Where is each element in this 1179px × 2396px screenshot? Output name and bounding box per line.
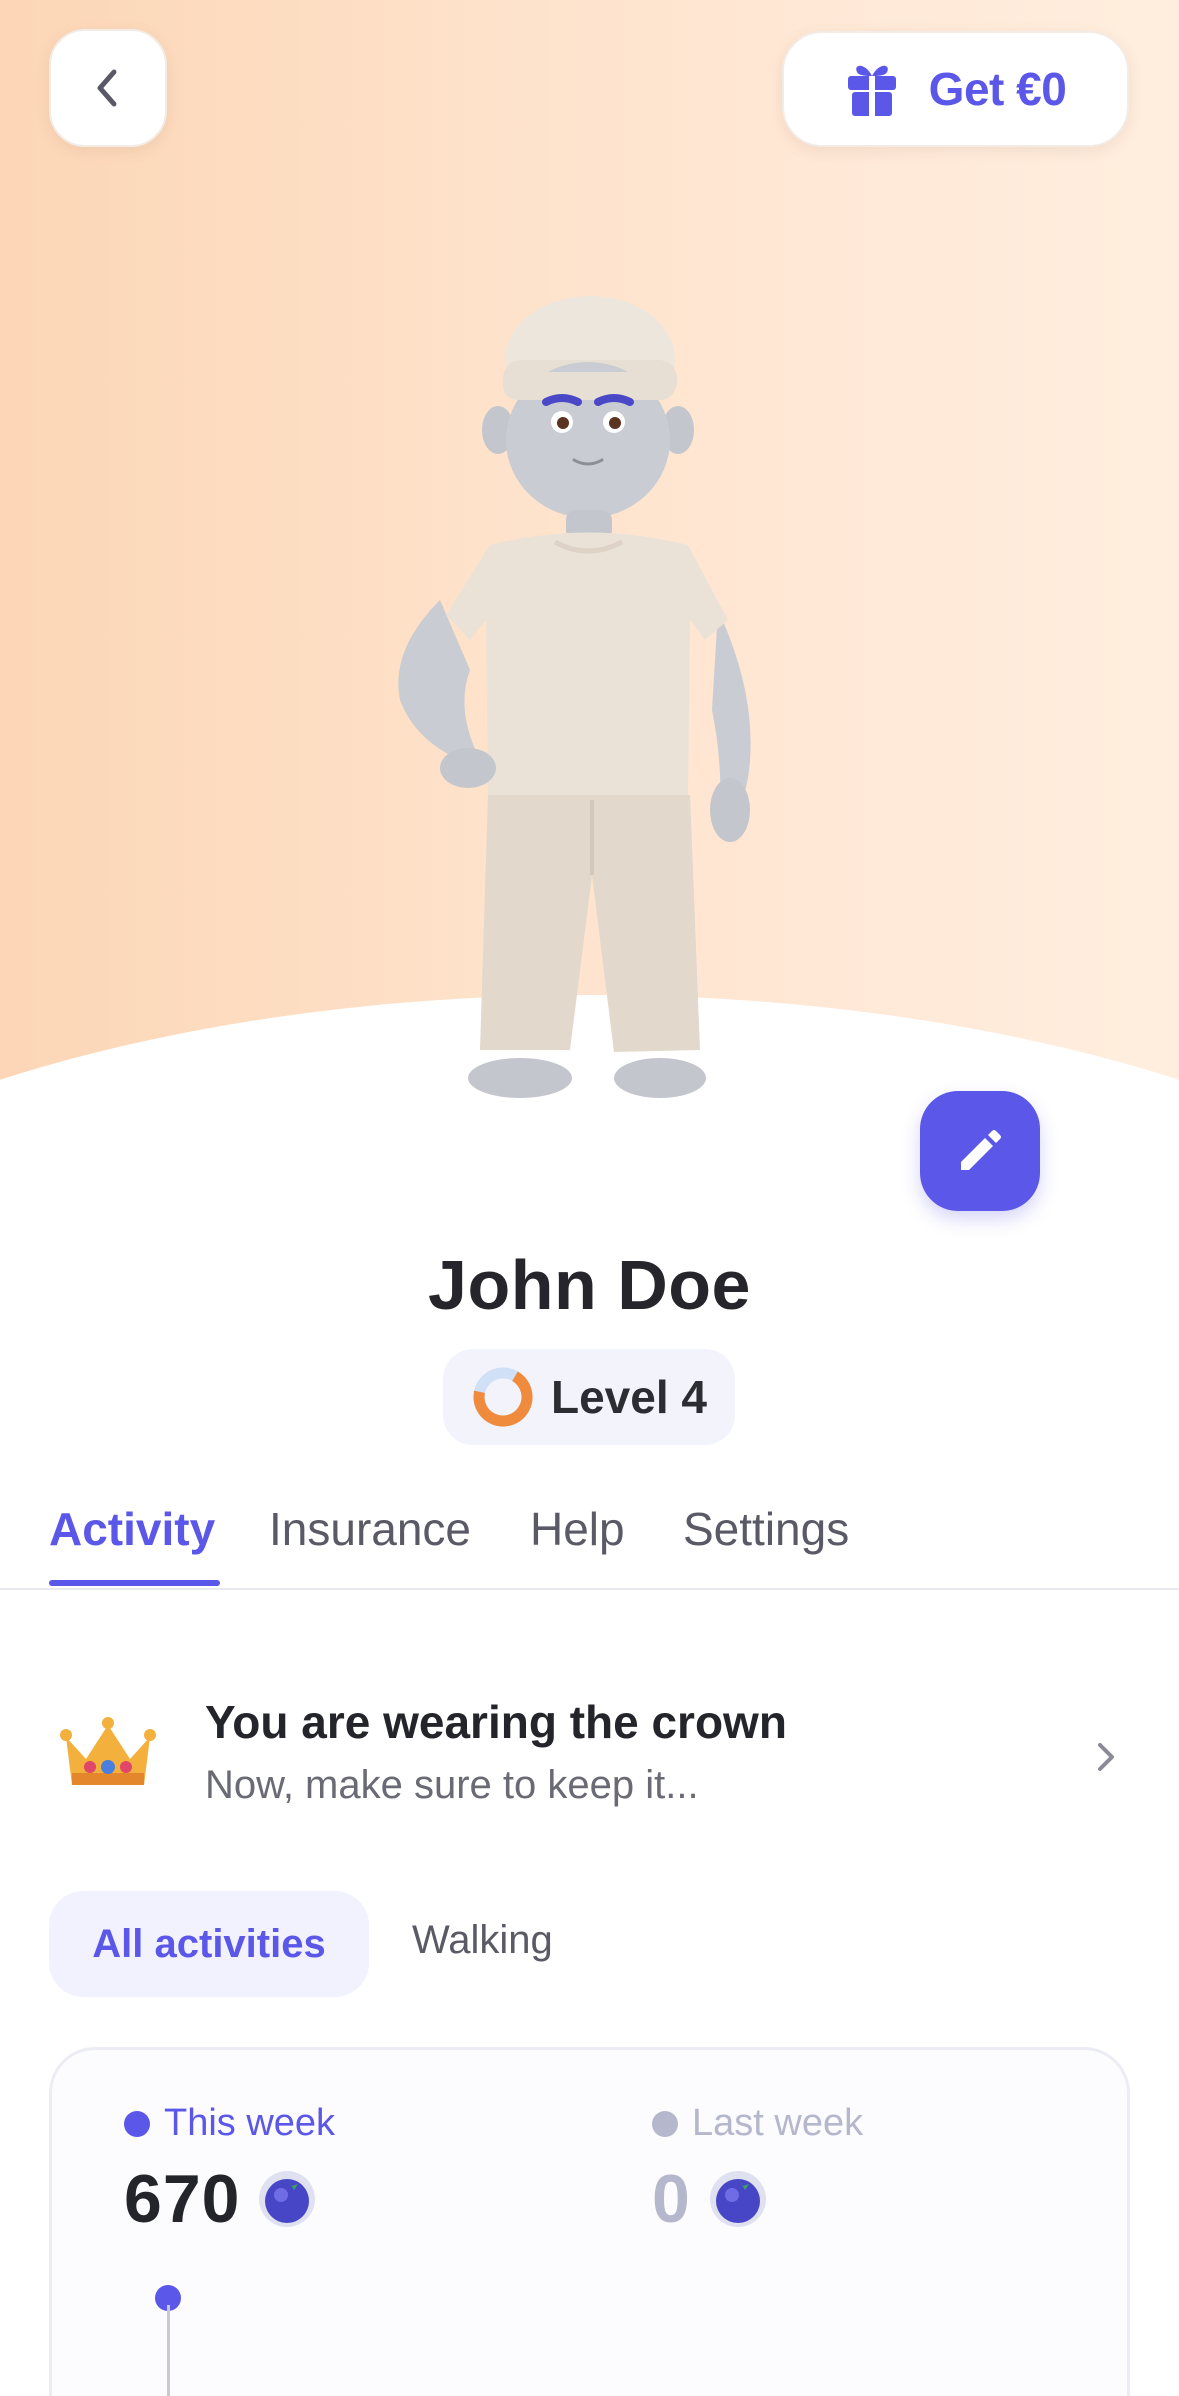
- this-week-label: This week: [164, 2102, 336, 2144]
- crown-card-title: You are wearing the crown: [205, 1696, 787, 1748]
- get-reward-label: Get €0: [928, 63, 1067, 115]
- chevron-left-icon: [97, 69, 117, 107]
- get-reward-button[interactable]: Get €0: [782, 31, 1129, 147]
- blueberry-coin-icon: [259, 2171, 316, 2227]
- level-label: Level 4: [551, 1371, 707, 1423]
- this-week-stat: 670: [124, 2160, 316, 2238]
- profile-tabs: Activity Insurance Help Settings: [0, 1490, 1179, 1590]
- blueberry-coin-icon: [709, 2171, 766, 2227]
- tab-help[interactable]: Help: [530, 1502, 625, 1556]
- filter-all-activities[interactable]: All activities: [49, 1891, 369, 1997]
- gift-icon: [847, 65, 896, 116]
- pencil-icon: [961, 1130, 1001, 1170]
- last-week-label: Last week: [692, 2102, 864, 2144]
- last-week-stat: 0: [652, 2160, 767, 2238]
- crown-card[interactable]: You are wearing the crown Now, make sure…: [0, 1675, 1179, 1835]
- tab-settings[interactable]: Settings: [683, 1502, 849, 1556]
- tab-activity[interactable]: Activity: [49, 1502, 215, 1556]
- chart-axis-line: [167, 2305, 170, 2396]
- active-tab-indicator: [49, 1580, 220, 1586]
- last-week-dot: [652, 2110, 678, 2137]
- avatar-figure: [398, 296, 751, 1098]
- tab-insurance[interactable]: Insurance: [269, 1502, 471, 1556]
- level-progress-ring-icon: [473, 1367, 533, 1427]
- profile-name: John Doe: [428, 1246, 751, 1324]
- legend-last-week: Last week: [652, 2102, 863, 2145]
- last-week-value: 0: [652, 2161, 691, 2237]
- legend-this-week: This week: [124, 2102, 335, 2145]
- weekly-stats-card: This week 670 Last week 0: [49, 2047, 1130, 2396]
- level-badge[interactable]: Level 4: [443, 1349, 735, 1445]
- crown-icon: [60, 1717, 156, 1785]
- chevron-right-icon: [1098, 1743, 1114, 1771]
- back-button[interactable]: [49, 29, 167, 147]
- this-week-dot: [124, 2110, 150, 2137]
- edit-avatar-button[interactable]: [920, 1091, 1040, 1211]
- this-week-value: 670: [124, 2161, 241, 2237]
- crown-card-subtitle: Now, make sure to keep it...: [205, 1763, 699, 1807]
- filter-walking[interactable]: Walking: [412, 1918, 553, 1963]
